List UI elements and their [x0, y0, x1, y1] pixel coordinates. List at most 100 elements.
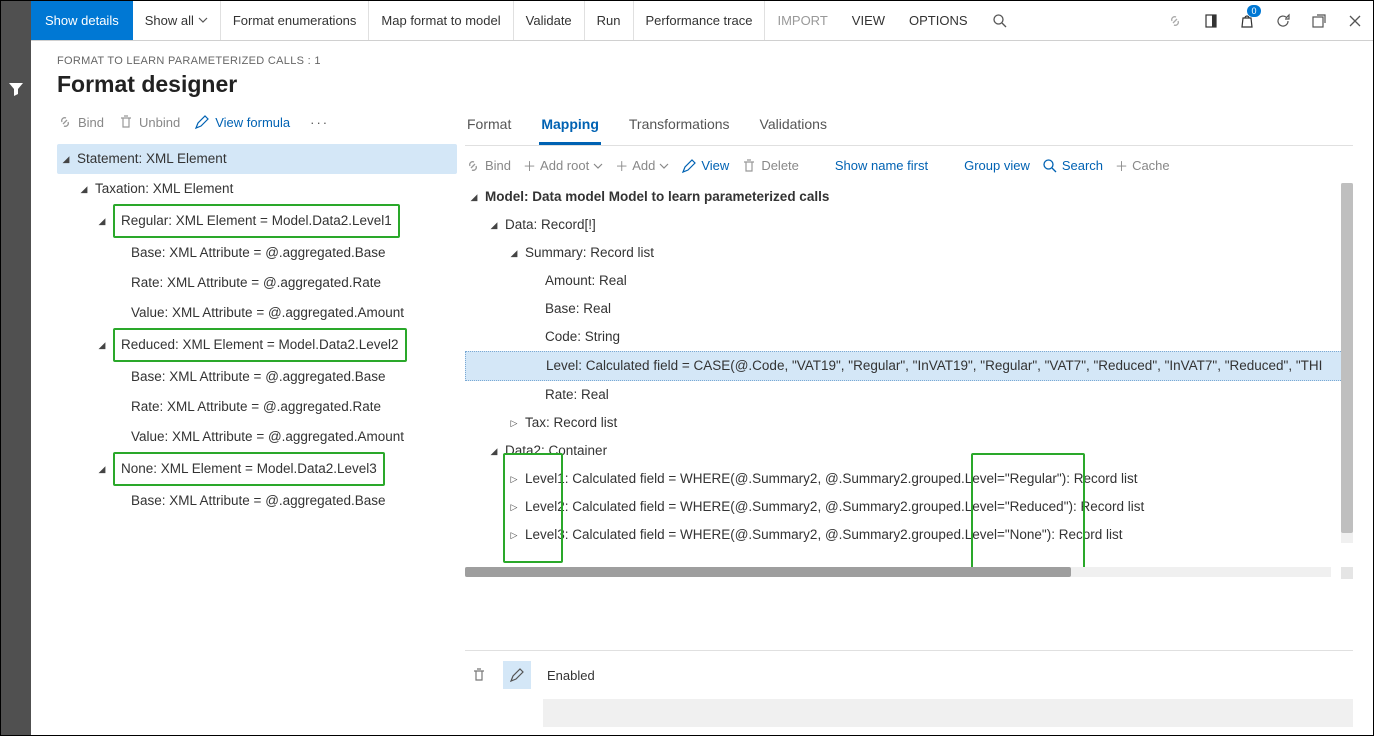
map-data[interactable]: ◢ Data: Record[!] — [465, 211, 1343, 239]
expander-icon[interactable]: ◢ — [57, 145, 75, 173]
map-model[interactable]: ◢ Model: Data model Model to learn param… — [465, 183, 1343, 211]
chevron-down-icon — [593, 161, 603, 171]
view-formula-button[interactable]: View formula — [194, 114, 290, 130]
map-amount[interactable]: ◢ Amount: Real — [465, 267, 1343, 295]
horizontal-scrollbar[interactable] — [465, 567, 1331, 577]
expander-icon[interactable]: ◢ — [505, 239, 523, 267]
map-add-button[interactable]: ＋ Add — [615, 156, 669, 175]
options-button[interactable]: OPTIONS — [897, 1, 980, 40]
tab-transformations[interactable]: Transformations — [627, 108, 732, 145]
footer-edit-button[interactable] — [503, 661, 531, 689]
search-button[interactable] — [980, 1, 1020, 40]
map-item-label: Tax: Record list — [525, 409, 617, 437]
expander-icon[interactable]: ▷ — [505, 465, 523, 493]
view-button[interactable]: VIEW — [840, 1, 897, 40]
pencil-icon — [194, 114, 210, 130]
tree-none[interactable]: ◢ None: XML Element = Model.Data2.Level3 — [57, 452, 457, 486]
import-button[interactable]: IMPORT — [765, 1, 839, 40]
bind-button[interactable]: Bind — [57, 114, 104, 130]
tree-taxation[interactable]: ◢ Taxation: XML Element — [57, 174, 457, 204]
close-button[interactable] — [1337, 1, 1373, 40]
footer: Enabled — [465, 650, 1353, 699]
show-details-button[interactable]: Show details — [31, 1, 133, 40]
expander-icon[interactable]: ◢ — [485, 437, 503, 465]
group-view-button[interactable]: Group view — [964, 158, 1030, 173]
tab-format[interactable]: Format — [465, 108, 513, 145]
show-name-first-button[interactable]: Show name first — [835, 158, 928, 173]
toolbar: Show details Show all Format enumeration… — [31, 1, 1373, 41]
office-icon-button[interactable] — [1193, 1, 1229, 40]
tree-item-label: Regular: XML Element = Model.Data2.Level… — [113, 204, 400, 238]
pencil-icon — [681, 158, 697, 174]
trash-icon — [471, 667, 487, 683]
map-item-label: Level3: Calculated field = WHERE(@.Summa… — [525, 521, 1123, 549]
run-button[interactable]: Run — [585, 1, 634, 40]
map-toolbar: Bind ＋ Add root ＋ Add — [465, 146, 1353, 183]
tree-reduced-rate[interactable]: ◢ Rate: XML Attribute = @.aggregated.Rat… — [57, 392, 457, 422]
map-tax[interactable]: ▷ Tax: Record list — [465, 409, 1343, 437]
expander-icon[interactable]: ◢ — [93, 331, 111, 359]
popout-button[interactable] — [1301, 1, 1337, 40]
expander-icon[interactable]: ◢ — [93, 207, 111, 235]
tree-none-base[interactable]: ◢ Base: XML Attribute = @.aggregated.Bas… — [57, 486, 457, 516]
tree-regular[interactable]: ◢ Regular: XML Element = Model.Data2.Lev… — [57, 204, 457, 238]
page-title: Format designer — [57, 71, 1353, 98]
map-level2[interactable]: ▷ Level2: Calculated field = WHERE(@.Sum… — [465, 493, 1343, 521]
perf-trace-button[interactable]: Performance trace — [634, 1, 766, 40]
footer-delete-button[interactable] — [465, 661, 493, 689]
map-add-root-button[interactable]: ＋ Add root — [523, 156, 603, 175]
expander-icon[interactable]: ▷ — [505, 409, 523, 437]
tree-regular-value[interactable]: ◢ Value: XML Attribute = @.aggregated.Am… — [57, 298, 457, 328]
tree-reduced-value[interactable]: ◢ Value: XML Attribute = @.aggregated.Am… — [57, 422, 457, 452]
tree-item-label: Rate: XML Attribute = @.aggregated.Rate — [131, 392, 381, 422]
filter-icon[interactable] — [8, 81, 24, 735]
show-all-button[interactable]: Show all — [133, 1, 221, 40]
refresh-icon — [1275, 13, 1291, 29]
expander-icon[interactable]: ◢ — [93, 455, 111, 483]
tree-reduced-base[interactable]: ◢ Base: XML Attribute = @.aggregated.Bas… — [57, 362, 457, 392]
vertical-scrollbar[interactable] — [1341, 183, 1353, 543]
map-base[interactable]: ◢ Base: Real — [465, 295, 1343, 323]
tab-mapping[interactable]: Mapping — [539, 108, 601, 145]
map-code[interactable]: ◢ Code: String — [465, 323, 1343, 351]
expander-icon[interactable]: ◢ — [75, 175, 93, 203]
map-level3[interactable]: ▷ Level3: Calculated field = WHERE(@.Sum… — [465, 521, 1343, 549]
plus-icon: ＋ — [1115, 156, 1128, 175]
tree-reduced[interactable]: ◢ Reduced: XML Element = Model.Data2.Lev… — [57, 328, 457, 362]
map-data2[interactable]: ◢ Data2: Container — [465, 437, 1343, 465]
refresh-button[interactable] — [1265, 1, 1301, 40]
bag-icon-button[interactable]: 0 — [1229, 1, 1265, 40]
map-level[interactable]: ◢ Level: Calculated field = CASE(@.Code,… — [465, 351, 1343, 381]
tree-statement[interactable]: ◢ Statement: XML Element — [57, 144, 457, 174]
expander-icon[interactable]: ◢ — [465, 183, 483, 211]
map-level1[interactable]: ▷ Level1: Calculated field = WHERE(@.Sum… — [465, 465, 1343, 493]
expander-icon[interactable]: ▷ — [505, 521, 523, 549]
tree-overflow-button[interactable]: ··· — [304, 115, 335, 130]
format-enum-button[interactable]: Format enumerations — [221, 1, 370, 40]
map-model-button[interactable]: Map format to model — [369, 1, 513, 40]
plus-icon: ＋ — [523, 156, 536, 175]
map-item-label: Summary: Record list — [525, 239, 654, 267]
cache-button[interactable]: ＋ Cache — [1115, 156, 1170, 175]
validate-button[interactable]: Validate — [514, 1, 585, 40]
map-bind-button[interactable]: Bind — [465, 158, 511, 174]
map-summary[interactable]: ◢ Summary: Record list — [465, 239, 1343, 267]
unbind-button[interactable]: Unbind — [118, 114, 180, 130]
tab-validations[interactable]: Validations — [758, 108, 829, 145]
map-search-button[interactable]: Search — [1042, 158, 1103, 174]
link-icon — [465, 158, 481, 174]
show-all-label: Show all — [145, 13, 194, 28]
expander-icon[interactable]: ▷ — [505, 493, 523, 521]
tree-regular-base[interactable]: ◢ Base: XML Attribute = @.aggregated.Bas… — [57, 238, 457, 268]
map-item-label: Model: Data model Model to learn paramet… — [485, 183, 829, 211]
search-icon — [992, 13, 1008, 29]
map-item-label: Data: Record[!] — [505, 211, 596, 239]
tree-regular-rate[interactable]: ◢ Rate: XML Attribute = @.aggregated.Rat… — [57, 268, 457, 298]
expander-icon[interactable]: ◢ — [485, 211, 503, 239]
trash-icon — [741, 158, 757, 174]
link-icon-button[interactable] — [1157, 1, 1193, 40]
map-rate[interactable]: ◢ Rate: Real — [465, 381, 1343, 409]
enabled-input[interactable] — [543, 699, 1353, 727]
map-delete-button[interactable]: Delete — [741, 158, 799, 174]
map-view-button[interactable]: View — [681, 158, 729, 174]
